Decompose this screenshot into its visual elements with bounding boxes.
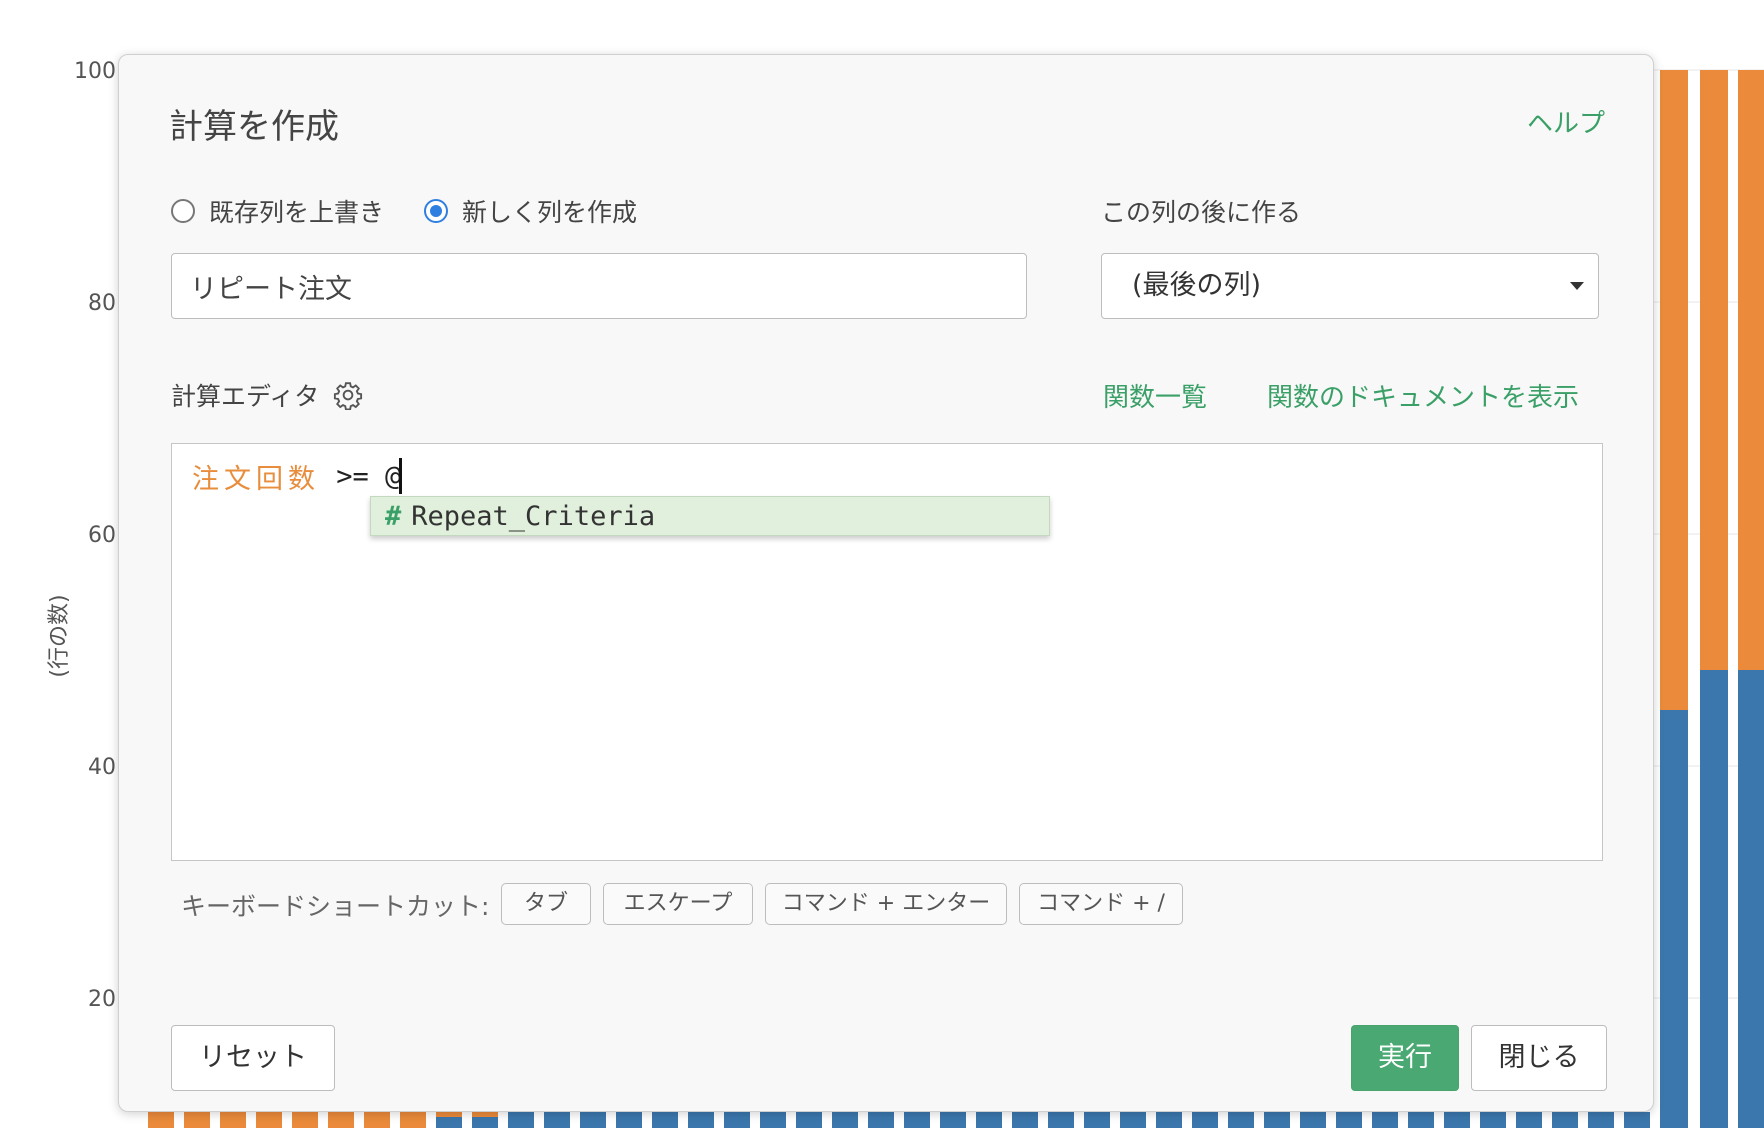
shortcut-escape: エスケープ <box>603 883 753 925</box>
column-token: 注文回数 <box>192 463 320 495</box>
chart-bar-segment <box>1660 70 1688 710</box>
chart-bar-segment <box>1624 1112 1650 1128</box>
chart-bar-segment <box>1480 1112 1506 1128</box>
chart-bar-segment <box>760 1112 786 1128</box>
chart-bar-segment <box>1120 1112 1146 1128</box>
chart-bar-segment <box>436 1117 462 1128</box>
chart-bar-segment <box>184 1112 210 1128</box>
insert-after-value: (最後の列) <box>1132 270 1262 301</box>
shortcut-command-enter: コマンド + エンター <box>765 883 1007 925</box>
y-tick-label: 100 <box>74 59 116 84</box>
chart-bar-segment <box>220 1112 246 1128</box>
chart-bar-segment <box>1264 1112 1290 1128</box>
keyboard-shortcuts-label: キーボードショートカット: <box>181 892 490 921</box>
chart-bar-segment <box>472 1112 498 1117</box>
y-axis-label: (行の数) <box>47 594 72 677</box>
y-axis-ticks: 100 80 60 40 20 <box>74 59 116 1012</box>
chart-bar-segment <box>796 1112 822 1128</box>
shortcut-tab: タブ <box>501 883 591 925</box>
chart-bar-segment <box>1336 1112 1362 1128</box>
code-operator: >= @ <box>320 460 402 492</box>
number-type-icon: # <box>385 500 402 532</box>
chart-bar-segment <box>1300 1112 1326 1128</box>
new-column-name-input[interactable] <box>171 253 1027 319</box>
text-cursor <box>399 458 403 494</box>
chart-bar-segment <box>1738 670 1764 1128</box>
y-tick-label: 80 <box>88 291 116 316</box>
chart-bar-segment <box>364 1112 390 1128</box>
y-tick-label: 60 <box>88 523 116 548</box>
chart-bar-segment <box>940 1112 966 1128</box>
chart-bar-segment <box>580 1112 606 1128</box>
reset-button[interactable]: リセット <box>171 1025 335 1091</box>
chart-bar-segment <box>1372 1112 1398 1128</box>
code-line[interactable]: 注文回数 >= @ <box>192 454 403 498</box>
chart-bar-segment <box>616 1112 642 1128</box>
chart-bar-segment <box>1156 1112 1182 1128</box>
chart-bar-segment <box>1084 1112 1110 1128</box>
chart-bar-segment <box>1700 670 1728 1128</box>
suggestion-text: Repeat_Criteria <box>411 500 656 532</box>
dialog-title: 計算を作成 <box>169 107 339 147</box>
calculation-editor[interactable]: 注文回数 >= @ # Repeat_Criteria <box>171 443 1603 861</box>
radio-overwrite-existing[interactable] <box>171 199 195 223</box>
chart-bar-segment <box>1444 1112 1470 1128</box>
chart-bar-segment <box>652 1112 678 1128</box>
chart-bar-segment <box>1012 1112 1038 1128</box>
chart-bar-segment <box>1228 1112 1254 1128</box>
chart-bar-segment <box>1552 1112 1578 1128</box>
chart-bar-segment <box>1192 1112 1218 1128</box>
function-docs-link[interactable]: 関数のドキュメントを表示 <box>1267 377 1579 414</box>
chart-bar-segment <box>328 1112 354 1128</box>
chart-bar-segment <box>256 1112 282 1128</box>
autocomplete-suggestion[interactable]: # Repeat_Criteria <box>370 496 1050 536</box>
gear-icon[interactable] <box>333 380 363 410</box>
radio-create-new-label[interactable]: 新しく列を作成 <box>462 193 637 229</box>
create-calculation-dialog: 計算を作成 ヘルプ 既存列を上書き 新しく列を作成 この列の後に作る (最後の列… <box>118 54 1654 1112</box>
radio-create-new[interactable] <box>424 199 449 223</box>
chart-bar-segment <box>688 1112 714 1128</box>
chart-bar-segment <box>904 1112 930 1128</box>
chart-bar-segment <box>148 1112 174 1128</box>
chart-bar-segment <box>400 1112 426 1128</box>
chart-bar-segment <box>544 1112 570 1128</box>
chart-bar-segment <box>1738 70 1764 670</box>
calculation-editor-label: 計算エディタ <box>171 377 363 413</box>
insert-after-label: この列の後に作る <box>1101 198 1302 227</box>
radio-overwrite-label[interactable]: 既存列を上書き <box>209 193 384 229</box>
shortcut-command-slash: コマンド + / <box>1019 883 1183 925</box>
chart-bar-segment <box>832 1112 858 1128</box>
chart-bar-segment <box>292 1112 318 1128</box>
y-tick-label: 20 <box>88 987 116 1012</box>
run-button[interactable]: 実行 <box>1351 1025 1459 1091</box>
chart-bar-segment <box>1660 710 1688 1128</box>
chart-bar-segment <box>868 1112 894 1128</box>
chart-bar-segment <box>724 1112 750 1128</box>
chart-bar-segment <box>1700 70 1728 670</box>
insert-after-select[interactable]: (最後の列) <box>1101 253 1599 319</box>
chart-bar-segment <box>1516 1112 1542 1128</box>
help-link[interactable]: ヘルプ <box>1527 103 1605 140</box>
chart-bar-segment <box>1408 1112 1434 1128</box>
chart-bar-segment <box>508 1112 534 1128</box>
chart-bar-segment <box>976 1112 1002 1128</box>
chart-bar-segment <box>436 1112 462 1117</box>
y-tick-label: 40 <box>88 755 116 780</box>
chart-bar-segment <box>1048 1112 1074 1128</box>
function-list-link[interactable]: 関数一覧 <box>1103 377 1207 414</box>
close-button[interactable]: 閉じる <box>1471 1025 1607 1091</box>
chart-bar-segment <box>472 1117 498 1128</box>
chart-bar-segment <box>1588 1112 1614 1128</box>
chevron-down-icon <box>1570 282 1584 290</box>
editor-label-text: 計算エディタ <box>171 382 320 411</box>
mode-radio-group: 既存列を上書き 新しく列を作成 <box>171 193 677 229</box>
